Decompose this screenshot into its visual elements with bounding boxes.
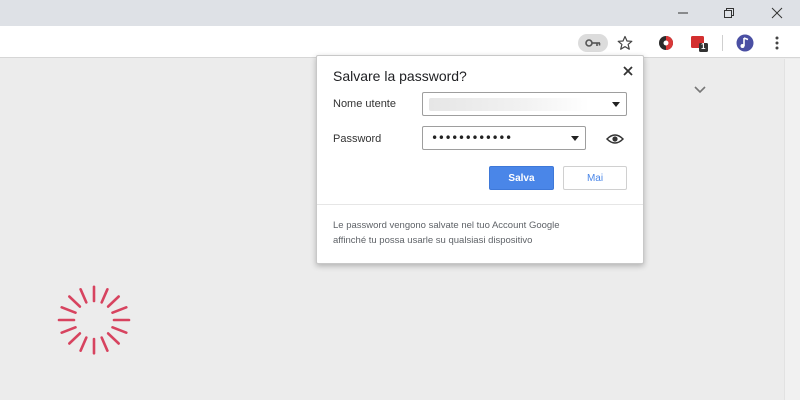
minimize-icon xyxy=(678,12,688,14)
save-button[interactable]: Salva xyxy=(489,166,554,190)
never-button[interactable]: Mai xyxy=(563,166,627,190)
spinner-ray xyxy=(79,288,88,304)
dialog-footer-text: Le password vengono salvate nel tuo Acco… xyxy=(333,218,633,248)
username-value-blurred xyxy=(429,98,589,111)
spinner-ray xyxy=(111,325,128,335)
window-titlebar xyxy=(0,0,800,26)
toolbar-separator xyxy=(722,35,723,51)
dropdown-caret-icon xyxy=(612,102,620,107)
extension-badge-count: 1 xyxy=(701,42,706,51)
eye-icon[interactable] xyxy=(606,132,624,146)
spinner-ray xyxy=(100,288,109,304)
vertical-scrollbar[interactable] xyxy=(784,59,800,400)
save-password-dialog: Salvare la password? Nome utente Passwor… xyxy=(316,55,644,264)
dropdown-caret-icon xyxy=(571,136,579,141)
bookmark-star-button[interactable] xyxy=(616,34,634,52)
password-key-button[interactable] xyxy=(578,34,608,52)
star-icon xyxy=(617,35,633,50)
dialog-close-button[interactable] xyxy=(619,62,637,80)
password-label: Password xyxy=(333,133,382,145)
spinner-ray xyxy=(79,336,88,352)
password-select[interactable]: •••••••••••• xyxy=(422,126,586,150)
spinner-ray xyxy=(60,325,77,335)
browser-toolbar: 1 xyxy=(0,26,800,58)
spinner-ray xyxy=(111,305,128,315)
restore-button[interactable] xyxy=(706,0,752,26)
close-icon xyxy=(623,66,633,76)
spinner-ray xyxy=(106,295,120,308)
spinner-ray xyxy=(67,295,82,308)
extension-badge-button[interactable]: 1 xyxy=(690,34,708,52)
menu-icon xyxy=(775,36,779,50)
spinner-ray xyxy=(106,332,120,345)
close-window-button[interactable] xyxy=(754,0,800,26)
extension-button[interactable] xyxy=(657,34,675,52)
footer-line-2: affinché tu possa usarle su qualsiasi di… xyxy=(333,235,533,246)
close-icon xyxy=(771,7,783,19)
address-bar[interactable] xyxy=(0,30,616,54)
username-select[interactable] xyxy=(422,92,627,116)
dialog-title: Salvare la password? xyxy=(333,68,467,84)
profile-button[interactable] xyxy=(736,34,754,52)
password-value: •••••••••••• xyxy=(431,131,512,145)
dialog-divider xyxy=(317,204,643,205)
minimize-button[interactable] xyxy=(660,0,706,26)
chevron-down-icon[interactable] xyxy=(692,82,708,98)
loading-spinner-icon xyxy=(57,285,131,355)
spinner-ray xyxy=(100,336,109,352)
username-label: Nome utente xyxy=(333,98,396,110)
spinner-ray xyxy=(67,332,82,345)
extension-icon xyxy=(659,36,673,50)
spinner-ray xyxy=(60,305,77,315)
footer-line-1: Le password vengono salvate nel tuo Acco… xyxy=(333,220,560,231)
restore-icon xyxy=(724,8,734,18)
chrome-menu-button[interactable] xyxy=(768,34,786,52)
key-icon xyxy=(585,39,601,47)
profile-icon xyxy=(736,34,754,52)
